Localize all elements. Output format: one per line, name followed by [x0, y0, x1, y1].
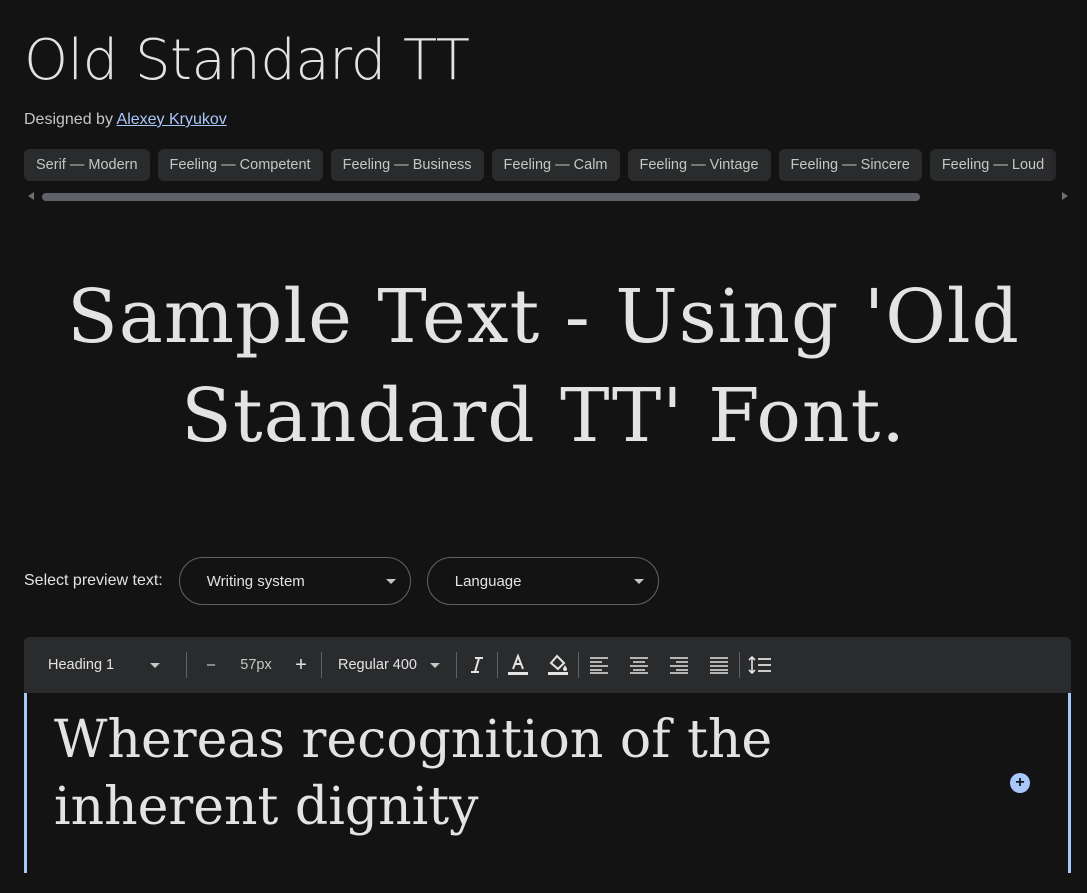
- tags-fade: [1047, 149, 1087, 183]
- preview-text-selector: Select preview text: Writing system Lang…: [24, 557, 675, 605]
- scroll-right-icon[interactable]: [1062, 192, 1068, 200]
- tag-chip[interactable]: Feeling — Sincere: [778, 149, 922, 181]
- italic-icon[interactable]: [457, 645, 497, 685]
- tags-scrollbar[interactable]: [24, 190, 1072, 202]
- designed-by-label: Designed by: [24, 111, 113, 128]
- text-style-value: Heading 1: [48, 657, 115, 673]
- align-right-icon[interactable]: [659, 645, 699, 685]
- editor-toolbar: Heading 1 – 57px + Regular 400: [24, 637, 1071, 693]
- scroll-left-icon[interactable]: [28, 192, 34, 200]
- tag-list: Serif — Modern Feeling — Competent Feeli…: [24, 149, 1087, 183]
- preview-editor[interactable]: Whereas recognition of the inherent dign…: [24, 693, 1071, 873]
- increase-size-button[interactable]: +: [281, 645, 321, 685]
- align-left-icon[interactable]: [579, 645, 619, 685]
- sample-text: Sample Text - Using 'Old Standard TT' Fo…: [67, 274, 1020, 459]
- font-page: Old Standard TT Designed by Alexey Kryuk…: [0, 0, 1087, 893]
- writing-system-select[interactable]: Writing system: [178, 557, 411, 605]
- tag-chip[interactable]: Serif — Modern: [24, 149, 150, 181]
- designer-link[interactable]: Alexey Kryukov: [117, 111, 227, 128]
- add-icon[interactable]: +: [1010, 773, 1030, 793]
- font-weight-select[interactable]: Regular 400: [322, 637, 440, 693]
- font-weight-value: Regular 400: [338, 657, 417, 673]
- chevron-down-icon: [430, 663, 440, 668]
- preview-label: Select preview text:: [24, 572, 163, 589]
- chevron-down-icon: [385, 579, 396, 584]
- language-value: Language: [454, 572, 522, 590]
- tag-chip[interactable]: Feeling — Business: [330, 149, 484, 181]
- highlight-color-icon[interactable]: [538, 645, 578, 685]
- designer-line: Designed by Alexey Kryukov: [24, 111, 227, 129]
- text-style-select[interactable]: Heading 1: [24, 637, 162, 693]
- chevron-down-icon: [633, 579, 644, 584]
- tag-chip[interactable]: Feeling — Vintage: [627, 149, 771, 181]
- font-title: Old Standard TT: [24, 28, 470, 93]
- decrease-size-button[interactable]: –: [191, 645, 231, 685]
- scroll-thumb[interactable]: [42, 193, 920, 201]
- chevron-down-icon: [150, 663, 160, 668]
- toolbar-divider: [186, 652, 187, 678]
- align-justify-icon[interactable]: [699, 645, 739, 685]
- tag-chip[interactable]: Feeling — Competent: [157, 149, 323, 181]
- language-select[interactable]: Language: [426, 557, 659, 605]
- writing-system-value: Writing system: [206, 572, 305, 590]
- tag-chip[interactable]: Feeling — Calm: [491, 149, 620, 181]
- font-size-value[interactable]: 57px: [231, 657, 281, 673]
- editor-text[interactable]: Whereas recognition of the inherent dign…: [54, 707, 984, 841]
- align-center-icon[interactable]: [619, 645, 659, 685]
- line-height-icon[interactable]: [740, 645, 780, 685]
- text-color-icon[interactable]: [498, 645, 538, 685]
- tag-chip[interactable]: Feeling — Loud: [929, 149, 1057, 181]
